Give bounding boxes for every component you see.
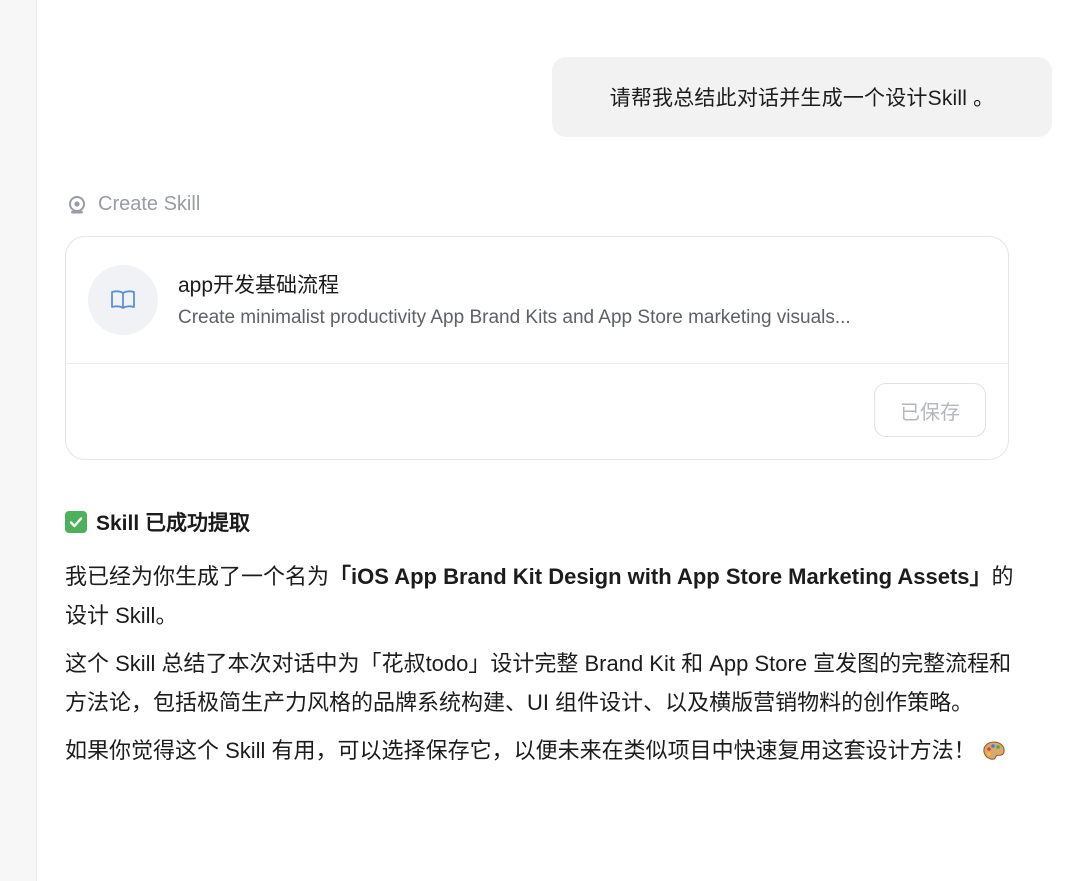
response-paragraph-2: 这个 Skill 总结了本次对话中为「花叔todo」设计完整 Brand Kit… (65, 651, 1012, 715)
palette-icon (982, 735, 1006, 774)
book-icon (88, 265, 158, 335)
skill-bot-icon (66, 194, 88, 216)
response-heading: Skill 已成功提取 (65, 507, 1015, 537)
response-paragraph-3: 如果你觉得这个 Skill 有用，可以选择保存它，以便未来在类似项目中快速复用这… (65, 731, 1015, 774)
user-message-bubble: 请帮我总结此对话并生成一个设计Skill 。 (552, 57, 1052, 137)
assistant-response: Skill 已成功提取 我已经为你生成了一个名为「iOS App Brand K… (65, 507, 1015, 783)
create-skill-label: Create Skill (98, 193, 201, 215)
skill-card-description: Create minimalist productivity App Brand… (178, 307, 851, 328)
user-message-text: 请帮我总结此对话并生成一个设计Skill 。 (609, 87, 995, 110)
saved-button[interactable]: 已保存 (874, 383, 986, 437)
skill-name-highlight: 「iOS App Brand Kit Design with App Store… (329, 564, 992, 589)
skill-card[interactable]: app开发基础流程 Create minimalist productivity… (65, 236, 1009, 460)
check-box-icon (65, 511, 87, 533)
response-heading-text: Skill 已成功提取 (96, 512, 251, 535)
p1-prefix: 我已经为你生成了一个名为 (65, 564, 330, 589)
sidebar-gutter (0, 0, 37, 881)
create-skill-header: Create Skill (66, 193, 200, 216)
skill-card-body[interactable]: app开发基础流程 Create minimalist productivity… (66, 237, 1008, 364)
skill-card-title: app开发基础流程 (178, 274, 340, 297)
p3-text: 如果你觉得这个 Skill 有用，可以选择保存它，以便未来在类似项目中快速复用这… (65, 738, 976, 763)
response-paragraph-1: 我已经为你生成了一个名为「iOS App Brand Kit Design wi… (65, 557, 1015, 635)
